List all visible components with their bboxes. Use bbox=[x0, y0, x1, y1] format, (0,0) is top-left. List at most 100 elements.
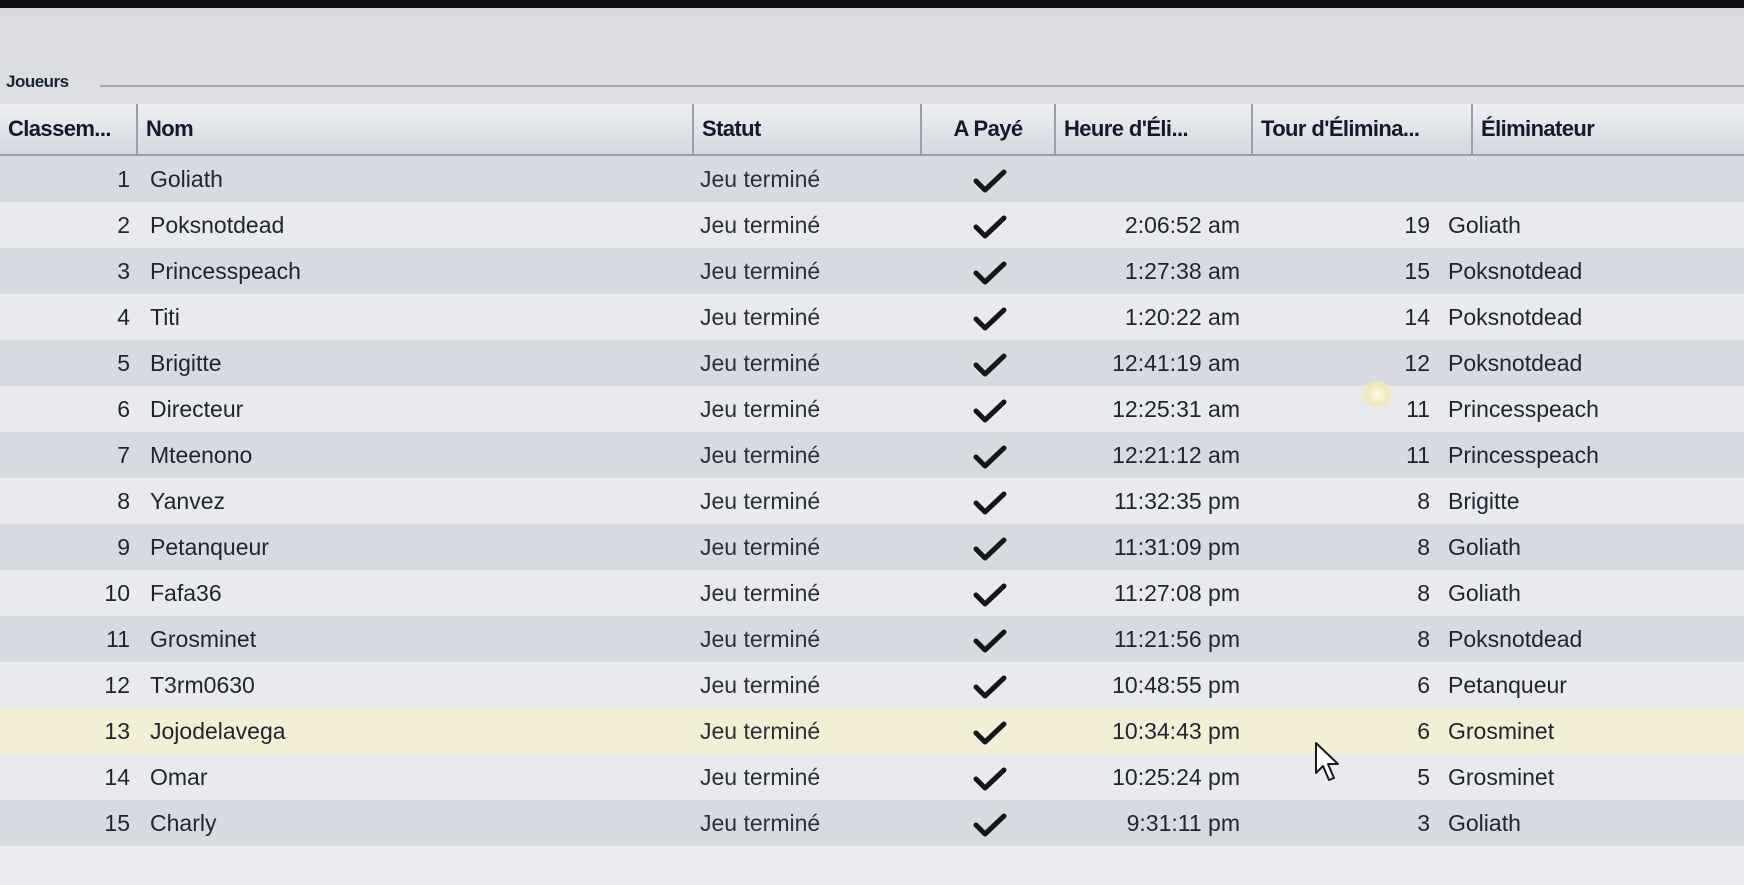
column-header-paid[interactable]: A Payé bbox=[922, 104, 1056, 154]
eliminator-cell: Poksnotdead bbox=[1448, 304, 1583, 330]
table-row[interactable]: 11 Grosminet Jeu terminé 11:21:56 pm 8 Poksno… bbox=[0, 616, 1744, 662]
rank-cell: 12 bbox=[104, 672, 130, 698]
status-cell: Jeu terminé bbox=[700, 718, 821, 744]
table-row[interactable]: 13 Jojodelavega Jeu terminé 10:34:43 pm 6 Gro… bbox=[0, 708, 1744, 754]
eliminator-cell: Poksnotdead bbox=[1448, 626, 1583, 652]
status-cell: Jeu terminé bbox=[700, 442, 821, 468]
column-header-elimination-time[interactable]: Heure d'Éli... bbox=[1056, 104, 1253, 154]
column-header-elimination-round[interactable]: Tour d'Élimina... bbox=[1253, 104, 1473, 154]
checkmark-icon bbox=[973, 445, 1007, 469]
player-name-cell: Yanvez bbox=[150, 488, 226, 514]
eliminator-cell: Princesspeach bbox=[1448, 396, 1599, 422]
checkmark-icon bbox=[973, 399, 1007, 423]
paid-cell bbox=[925, 478, 1055, 524]
elimination-time-cell: 11:27:08 pm bbox=[1113, 580, 1240, 606]
paid-cell bbox=[925, 800, 1055, 846]
table-row[interactable]: 9 Petanqueur Jeu terminé 11:31:09 pm 8 Goliat… bbox=[0, 524, 1744, 570]
eliminator-cell: Petanqueur bbox=[1448, 672, 1567, 698]
checkmark-icon bbox=[973, 169, 1007, 193]
rank-cell: 10 bbox=[104, 580, 130, 606]
rank-cell: 13 bbox=[104, 718, 130, 744]
status-cell: Jeu terminé bbox=[700, 304, 821, 330]
checkmark-icon bbox=[973, 537, 1007, 561]
player-name-cell: Brigitte bbox=[150, 350, 222, 376]
group-divider bbox=[100, 85, 1744, 87]
elimination-round-cell: 6 bbox=[1417, 672, 1430, 698]
player-name-cell: Jojodelavega bbox=[150, 718, 286, 744]
elimination-time-cell: 12:41:19 am bbox=[1112, 350, 1240, 376]
status-cell: Jeu terminé bbox=[700, 764, 821, 790]
table-row[interactable]: 7 Mteenono Jeu terminé 12:21:12 am 11 Princes… bbox=[0, 432, 1744, 478]
status-cell: Jeu terminé bbox=[700, 166, 821, 192]
status-cell: Jeu terminé bbox=[700, 672, 821, 698]
table-row[interactable]: 10 Fafa36 Jeu terminé 11:27:08 pm 8 Goliath bbox=[0, 570, 1744, 616]
elimination-round-cell: 11 bbox=[1406, 442, 1430, 468]
rank-cell: 2 bbox=[117, 212, 130, 238]
player-name-cell: Directeur bbox=[150, 396, 244, 422]
rank-cell: 11 bbox=[106, 626, 130, 652]
elimination-round-cell: 8 bbox=[1417, 626, 1430, 652]
player-name-cell: Goliath bbox=[150, 166, 223, 192]
table-row[interactable]: 15 Charly Jeu terminé 9:31:11 pm 3 Goliath bbox=[0, 800, 1744, 846]
paid-cell bbox=[925, 294, 1055, 340]
rank-cell: 3 bbox=[117, 258, 130, 284]
paid-cell bbox=[925, 524, 1055, 570]
eliminator-cell bbox=[1448, 156, 1708, 202]
status-cell: Jeu terminé bbox=[700, 488, 821, 514]
rank-cell: 8 bbox=[117, 488, 130, 514]
eliminator-cell: Goliath bbox=[1448, 212, 1521, 238]
column-header-name[interactable]: Nom bbox=[138, 104, 694, 154]
eliminator-cell: Poksnotdead bbox=[1448, 258, 1583, 284]
status-cell: Jeu terminé bbox=[700, 396, 821, 422]
table-row[interactable]: 14 Omar Jeu terminé 10:25:24 pm 5 Grosminet bbox=[0, 754, 1744, 800]
status-cell: Jeu terminé bbox=[700, 350, 821, 376]
screen-bezel bbox=[0, 0, 1744, 8]
elimination-time-cell bbox=[1060, 156, 1240, 202]
paid-cell bbox=[925, 754, 1055, 800]
checkmark-icon bbox=[973, 813, 1007, 837]
table-row[interactable]: 12 T3rm0630 Jeu terminé 10:48:55 pm 6 Petanqu… bbox=[0, 662, 1744, 708]
rank-cell: 9 bbox=[117, 534, 130, 560]
checkmark-icon bbox=[973, 215, 1007, 239]
player-name-cell: Omar bbox=[150, 764, 208, 790]
player-name-cell: Poksnotdead bbox=[150, 212, 285, 238]
player-name-cell: Mteenono bbox=[150, 442, 253, 468]
rank-cell: 6 bbox=[117, 396, 130, 422]
elimination-round-cell: 6 bbox=[1417, 718, 1430, 744]
table-row[interactable]: 4 Titi Jeu terminé 1:20:22 am 14 Poksnotdead bbox=[0, 294, 1744, 340]
elimination-round-cell: 15 bbox=[1404, 258, 1430, 284]
elimination-round-cell: 5 bbox=[1417, 764, 1430, 790]
elimination-round-cell: 12 bbox=[1404, 350, 1430, 376]
mouse-pointer-icon bbox=[1315, 742, 1339, 781]
eliminator-cell: Goliath bbox=[1448, 580, 1521, 606]
table-header: Classem... Nom Statut A Payé Heure d'Éli… bbox=[0, 104, 1744, 156]
elimination-round-cell: 8 bbox=[1417, 534, 1430, 560]
table-row[interactable]: 3 Princesspeach Jeu terminé 1:27:38 am 15 Pok… bbox=[0, 248, 1744, 294]
column-header-rank[interactable]: Classem... bbox=[0, 104, 138, 154]
player-name-cell: Titi bbox=[150, 304, 180, 330]
rank-cell: 7 bbox=[117, 442, 130, 468]
table-row[interactable]: 2 Poksnotdead Jeu terminé 2:06:52 am 19 Golia… bbox=[0, 202, 1744, 248]
table-row[interactable]: 5 Brigitte Jeu terminé 12:41:19 am 12 Poksnot… bbox=[0, 340, 1744, 386]
status-cell: Jeu terminé bbox=[700, 534, 821, 560]
table-row[interactable]: 1 Goliath Jeu terminé bbox=[0, 156, 1744, 202]
paid-cell bbox=[925, 156, 1055, 202]
player-name-cell: Charly bbox=[150, 810, 217, 836]
eliminator-cell: Poksnotdead bbox=[1448, 350, 1583, 376]
eliminator-cell: Brigitte bbox=[1448, 488, 1520, 514]
group-title: Joueurs bbox=[6, 72, 69, 91]
eliminator-cell: Grosminet bbox=[1448, 764, 1555, 790]
table-row[interactable]: 6 Directeur Jeu terminé 12:25:31 am 11 Prince… bbox=[0, 386, 1744, 432]
paid-cell bbox=[925, 386, 1055, 432]
table-row[interactable]: 8 Yanvez Jeu terminé 11:32:35 pm 8 Brigitte bbox=[0, 478, 1744, 524]
elimination-time-cell: 11:32:35 pm bbox=[1113, 488, 1240, 514]
rank-cell: 15 bbox=[104, 810, 130, 836]
elimination-round-cell: 8 bbox=[1417, 580, 1430, 606]
column-header-status[interactable]: Statut bbox=[694, 104, 922, 154]
elimination-time-cell: 9:31:11 pm bbox=[1126, 810, 1240, 836]
rank-cell: 4 bbox=[117, 304, 130, 330]
column-header-eliminator[interactable]: Éliminateur bbox=[1473, 104, 1744, 154]
checkmark-icon bbox=[973, 353, 1007, 377]
elimination-time-cell: 10:48:55 pm bbox=[1112, 672, 1240, 698]
players-panel: Joueurs Classem... Nom Statut A Payé Heu… bbox=[0, 8, 1744, 885]
